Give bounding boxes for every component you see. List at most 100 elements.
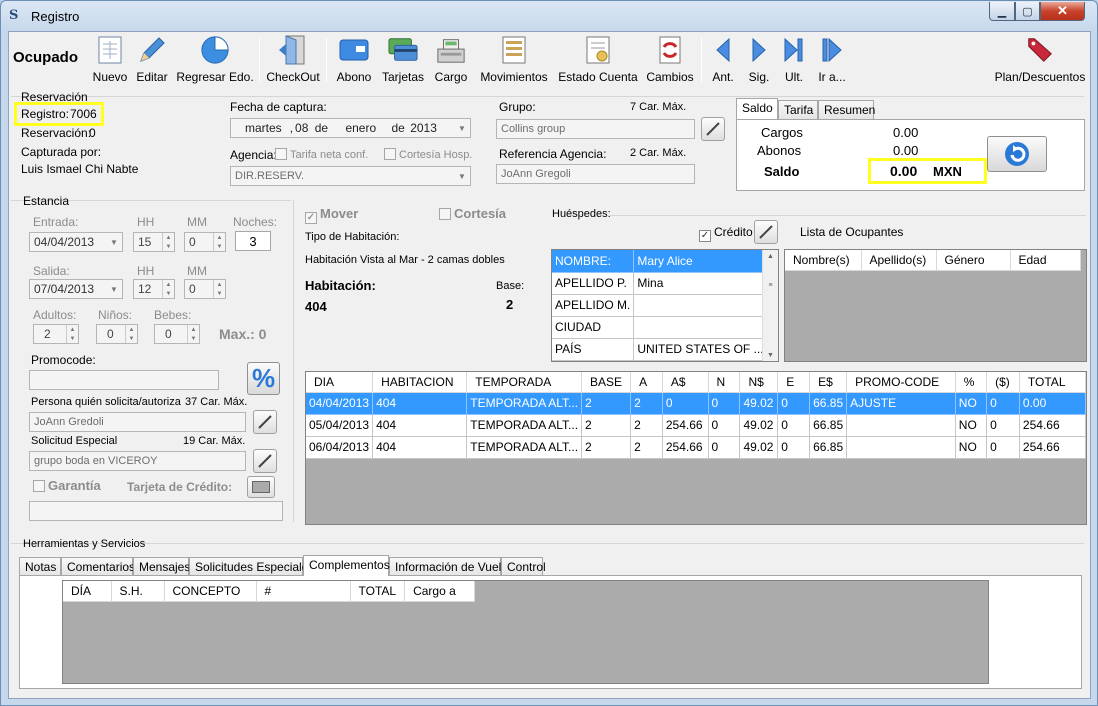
ultimo-button[interactable]: Ult. xyxy=(780,34,808,88)
guest-field-row[interactable]: PAÍS UNITED STATES OF ... xyxy=(552,338,768,361)
ir-a-button[interactable]: Ir a... xyxy=(814,34,850,88)
table-row[interactable]: 04/04/2013 404 TEMPORADA ALT... 2 2 0 0 49.02 0 6… xyxy=(306,392,1086,415)
tarifa-neta-checkbox[interactable]: Tarifa neta conf. xyxy=(275,148,368,161)
editar-button[interactable]: Editar xyxy=(134,34,170,88)
complementos-column-header[interactable]: S.H. xyxy=(111,581,165,602)
table-row[interactable]: 05/04/2013 404 TEMPORADA ALT... 2 2 254.66 0 49… xyxy=(306,414,1086,437)
bebes-spinner[interactable]: 0 ▲ ▼ xyxy=(154,324,200,344)
mover-checkbox[interactable]: ✓ Mover xyxy=(305,206,358,224)
agencia-select[interactable]: DIR.RESERV. ▼ xyxy=(230,166,471,186)
spinner-arrows-icon[interactable]: ▲ ▼ xyxy=(187,325,199,343)
spinner-arrows-icon[interactable]: ▲ ▼ xyxy=(66,325,78,343)
complementos-column-header[interactable]: TOTAL xyxy=(350,581,406,602)
tarifas-column-header[interactable]: ($) xyxy=(986,372,1020,393)
tab-tarifa[interactable]: Tarifa xyxy=(778,100,818,119)
minimize-button[interactable]: ▁ xyxy=(989,2,1015,21)
cargo-button[interactable]: Cargo xyxy=(432,34,470,88)
persona-edit-button[interactable] xyxy=(253,410,277,434)
solicitud-edit-button[interactable] xyxy=(253,449,277,473)
guest-field-value[interactable] xyxy=(633,316,768,339)
table-row[interactable]: 06/04/2013 404 TEMPORADA ALT... 2 2 254.66 0 49… xyxy=(306,436,1086,459)
tarifas-column-header[interactable]: A$ xyxy=(662,372,709,393)
tarifas-column-header[interactable]: % xyxy=(955,372,988,393)
ocupantes-column-header[interactable]: Edad xyxy=(1010,250,1081,271)
tarifas-column-header[interactable]: BASE xyxy=(581,372,632,393)
complementos-column-header[interactable]: DÍA xyxy=(63,581,112,602)
chevron-down-icon[interactable]: ▼ xyxy=(454,167,470,185)
tarifas-column-header[interactable]: N xyxy=(708,372,741,393)
guest-field-value[interactable]: UNITED STATES OF ... xyxy=(633,338,768,361)
estado-cuenta-button[interactable]: Estado Cuenta xyxy=(558,34,638,88)
guest-field-value[interactable]: Mina xyxy=(633,272,768,295)
spinner-arrows-icon[interactable]: ▲ ▼ xyxy=(213,233,225,251)
nuevo-button[interactable]: Nuevo xyxy=(90,34,130,88)
cambios-button[interactable]: Cambios xyxy=(645,34,695,88)
scroll-grip-icon[interactable]: ≡ xyxy=(763,282,778,289)
movimientos-button[interactable]: Movimientos xyxy=(477,34,551,88)
guest-field-row[interactable]: CIUDAD xyxy=(552,316,768,339)
tarjetas-button[interactable]: Tarjetas xyxy=(381,34,425,88)
guest-field-row[interactable]: APELLIDO M. xyxy=(552,294,768,317)
ocupantes-column-header[interactable]: Nombre(s) xyxy=(785,250,862,271)
refresh-button[interactable] xyxy=(987,136,1047,172)
tarifas-column-header[interactable]: TEMPORADA xyxy=(466,372,583,393)
complementos-column-header[interactable]: CONCEPTO xyxy=(164,581,257,602)
solicitud-input[interactable]: grupo boda en VICEROY xyxy=(29,451,246,471)
plan-descuentos-button[interactable]: Plan/Descuentos xyxy=(994,34,1086,88)
tab-control[interactable]: Control xyxy=(501,557,546,576)
maximize-button[interactable]: ▢ xyxy=(1015,2,1040,21)
complementos-column-header[interactable]: Cargo a xyxy=(404,581,476,602)
tarjeta-credito-button[interactable] xyxy=(247,476,275,498)
salida-mm-spinner[interactable]: 0 ▲ ▼ xyxy=(184,279,226,299)
tab-informaci-n-de-vuelos[interactable]: Información de Vuelos xyxy=(389,557,514,576)
tarifas-column-header[interactable]: N$ xyxy=(739,372,779,393)
tab-comentarios[interactable]: Comentarios xyxy=(61,557,135,576)
tab-complementos[interactable]: Complementos xyxy=(303,555,390,576)
tarifas-column-header[interactable]: PROMO-CODE xyxy=(846,372,956,393)
fecha-picker[interactable]: martes, 08 de enero de 2013 ▼ xyxy=(230,118,471,138)
persona-input[interactable]: JoAnn Gredoli xyxy=(29,412,246,432)
cortesia-checkbox[interactable]: Cortesía xyxy=(439,206,506,221)
grupo-edit-button[interactable] xyxy=(701,117,725,141)
regresar-button[interactable]: Regresar Edo. xyxy=(176,34,254,88)
tab-saldo[interactable]: Saldo xyxy=(736,98,778,119)
guest-field-row[interactable]: NOMBRE: Mary Alice xyxy=(552,250,768,273)
ocupantes-column-header[interactable]: Género xyxy=(936,250,1011,271)
spinner-arrows-icon[interactable]: ▲ ▼ xyxy=(162,280,174,298)
adultos-spinner[interactable]: 2 ▲ ▼ xyxy=(33,324,79,344)
tarifas-column-header[interactable]: HABITACION xyxy=(372,372,468,393)
spinner-arrows-icon[interactable]: ▲ ▼ xyxy=(162,233,174,251)
complementos-column-header[interactable]: # xyxy=(256,581,351,602)
siguiente-button[interactable]: Sig. xyxy=(745,34,773,88)
tab-mensajes[interactable]: Mensajes xyxy=(133,557,190,576)
credito-checkbox[interactable]: ✓ Crédito xyxy=(699,225,753,242)
scroll-down-icon[interactable]: ▼ xyxy=(763,352,778,359)
tab-solicitudes-especiales[interactable]: Solicitudes Especiales xyxy=(189,557,314,576)
chevron-down-icon[interactable]: ▼ xyxy=(454,119,470,137)
salida-hh-spinner[interactable]: 12 ▲ ▼ xyxy=(133,279,175,299)
checkout-button[interactable]: CheckOut xyxy=(265,34,321,88)
tab-resumen[interactable]: Resumen xyxy=(818,100,875,119)
chevron-down-icon[interactable]: ▼ xyxy=(106,233,122,251)
entrada-mm-spinner[interactable]: 0 ▲ ▼ xyxy=(184,232,226,252)
grupo-input[interactable]: Collins group xyxy=(496,119,695,139)
scroll-up-icon[interactable]: ▲ xyxy=(763,253,778,260)
scrollbar[interactable]: ▲ ≡ ▼ xyxy=(762,250,778,361)
guest-field-row[interactable]: APELLIDO P. Mina xyxy=(552,272,768,295)
promocode-input[interactable] xyxy=(29,370,219,390)
tarifas-column-header[interactable]: TOTAL xyxy=(1019,372,1086,393)
huespedes-edit-button[interactable] xyxy=(754,220,778,244)
ocupantes-column-header[interactable]: Apellido(s) xyxy=(861,250,937,271)
ninos-spinner[interactable]: 0 ▲ ▼ xyxy=(96,324,138,344)
guest-field-value[interactable] xyxy=(633,294,768,317)
abono-button[interactable]: Abono xyxy=(334,34,374,88)
chevron-down-icon[interactable]: ▼ xyxy=(106,280,122,298)
tab-notas[interactable]: Notas xyxy=(19,557,61,576)
cortesia-hosp-checkbox[interactable]: Cortesía Hosp. xyxy=(384,148,472,161)
ref-agencia-input[interactable]: JoAnn Gregoli xyxy=(496,164,695,184)
entrada-date[interactable]: 04/04/2013 ▼ xyxy=(29,232,123,252)
anterior-button[interactable]: Ant. xyxy=(708,34,738,88)
garantia-checkbox[interactable]: Garantía xyxy=(33,478,101,493)
tarifas-column-header[interactable]: DIA xyxy=(306,372,374,393)
spinner-arrows-icon[interactable]: ▲ ▼ xyxy=(213,280,225,298)
